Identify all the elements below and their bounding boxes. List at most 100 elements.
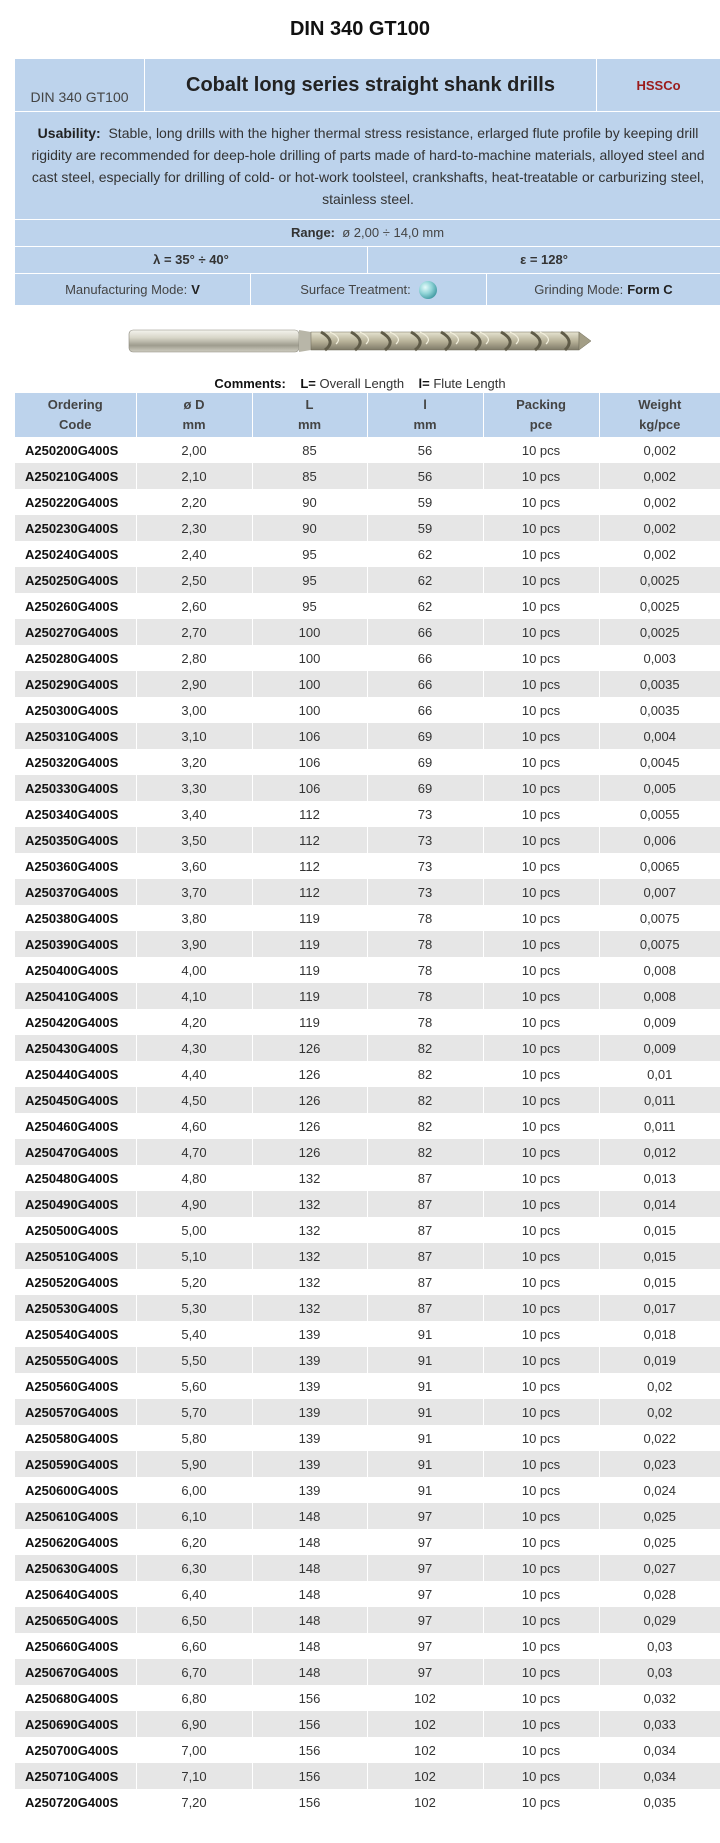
flute-length-cell: 78 xyxy=(366,905,483,931)
table-row: A250690G400S 6,90 156 102 10 pcs 0,033 xyxy=(15,1711,720,1737)
ordering-code-cell: A250490G400S xyxy=(15,1191,136,1217)
ordering-code-cell: A250230G400S xyxy=(15,515,136,541)
weight-cell: 0,0035 xyxy=(598,697,720,723)
packing-cell: 10 pcs xyxy=(482,1373,599,1399)
table-row: A250220G400S 2,20 90 59 10 pcs 0,002 xyxy=(15,489,720,515)
flute-length-cell: 62 xyxy=(366,541,483,567)
drill-table: Ordering Code ø D mm Lmm l mm Packing pce We… xyxy=(15,393,720,1815)
flute-length-cell: 87 xyxy=(366,1165,483,1191)
packing-cell: 10 pcs xyxy=(482,1763,599,1789)
packing-cell: 10 pcs xyxy=(482,489,599,515)
point-angle: ε = 128° xyxy=(367,247,720,273)
packing-cell: 10 pcs xyxy=(482,1555,599,1581)
comments-label: Comments: xyxy=(214,376,286,391)
packing-cell: 10 pcs xyxy=(482,749,599,775)
table-row: A250320G400S 3,20 106 69 10 pcs 0,0045 xyxy=(15,749,720,775)
weight-cell: 0,015 xyxy=(598,1269,720,1295)
packing-cell: 10 pcs xyxy=(482,1191,599,1217)
weight-cell: 0,009 xyxy=(598,1009,720,1035)
ordering-code-cell: A250410G400S xyxy=(15,983,136,1009)
flute-length-cell: 69 xyxy=(366,723,483,749)
weight-cell: 0,0075 xyxy=(598,905,720,931)
ordering-code-cell: A250680G400S xyxy=(15,1685,136,1711)
weight-cell: 0,025 xyxy=(598,1529,720,1555)
packing-cell: 10 pcs xyxy=(482,827,599,853)
flute-length-cell: 102 xyxy=(366,1685,483,1711)
table-row: A250250G400S 2,50 95 62 10 pcs 0,0025 xyxy=(15,567,720,593)
ordering-code-cell: A250480G400S xyxy=(15,1165,136,1191)
weight-cell: 0,0065 xyxy=(598,853,720,879)
packing-cell: 10 pcs xyxy=(482,1659,599,1685)
ordering-code-cell: A250700G400S xyxy=(15,1737,136,1763)
flute-length-cell: 56 xyxy=(366,437,483,463)
ordering-code-cell: A250390G400S xyxy=(15,931,136,957)
weight-cell: 0,023 xyxy=(598,1451,720,1477)
packing-cell: 10 pcs xyxy=(482,957,599,983)
overall-length-cell: 119 xyxy=(251,957,367,983)
ordering-code-cell: A250500G400S xyxy=(15,1217,136,1243)
flute-length-cell: 87 xyxy=(366,1243,483,1269)
range-value: ø 2,00 ÷ 14,0 mm xyxy=(342,225,445,240)
packing-cell: 10 pcs xyxy=(482,1503,599,1529)
diameter-cell: 6,80 xyxy=(135,1685,252,1711)
drill-image xyxy=(0,305,720,377)
ordering-code-cell: A250600G400S xyxy=(15,1477,136,1503)
overall-length-cell: 95 xyxy=(251,567,367,593)
weight-cell: 0,032 xyxy=(598,1685,720,1711)
diameter-cell: 5,10 xyxy=(135,1243,252,1269)
diameter-cell: 3,70 xyxy=(135,879,252,905)
manufacturing-mode-label: Manufacturing Mode: xyxy=(65,282,188,297)
ordering-code-cell: A250280G400S xyxy=(15,645,136,671)
table-row: A250260G400S 2,60 95 62 10 pcs 0,0025 xyxy=(15,593,720,619)
weight-cell: 0,002 xyxy=(598,541,720,567)
table-row: A250440G400S 4,40 126 82 10 pcs 0,01 xyxy=(15,1061,720,1087)
table-row: A250240G400S 2,40 95 62 10 pcs 0,002 xyxy=(15,541,720,567)
weight-cell: 0,007 xyxy=(598,879,720,905)
ordering-code-cell: A250570G400S xyxy=(15,1399,136,1425)
table-row: A250380G400S 3,80 119 78 10 pcs 0,0075 xyxy=(15,905,720,931)
diameter-cell: 3,40 xyxy=(135,801,252,827)
ordering-code-cell: A250530G400S xyxy=(15,1295,136,1321)
ordering-code-cell: A250510G400S xyxy=(15,1243,136,1269)
header-line-2: mm xyxy=(413,417,437,432)
weight-cell: 0,02 xyxy=(598,1399,720,1425)
grinding-mode-label: Grinding Mode: xyxy=(534,282,624,297)
header-line-2: pce xyxy=(529,417,553,432)
table-row: A250340G400S 3,40 112 73 10 pcs 0,0055 xyxy=(15,801,720,827)
manufacturing-mode-value: V xyxy=(191,282,200,297)
flute-length-cell: 87 xyxy=(366,1217,483,1243)
spec-panel: DIN 340 GT100 Cobalt long series straigh… xyxy=(15,58,720,305)
overall-length-cell: 100 xyxy=(251,645,367,671)
standard-code: DIN 340 GT100 xyxy=(15,59,145,111)
diameter-cell: 2,70 xyxy=(135,619,252,645)
table-row: A250460G400S 4,60 126 82 10 pcs 0,011 xyxy=(15,1113,720,1139)
header-line-2: mm xyxy=(182,417,206,432)
ordering-code-cell: A250240G400S xyxy=(15,541,136,567)
weight-cell: 0,018 xyxy=(598,1321,720,1347)
packing-cell: 10 pcs xyxy=(482,697,599,723)
table-row: A250430G400S 4,30 126 82 10 pcs 0,009 xyxy=(15,1035,720,1061)
weight-cell: 0,002 xyxy=(598,515,720,541)
material-label: HSSCo xyxy=(636,77,681,93)
flute-length-cell: 97 xyxy=(366,1529,483,1555)
diameter-cell: 5,80 xyxy=(135,1425,252,1451)
table-header-row: Ordering Code ø D mm Lmm l mm Packing pce We… xyxy=(15,393,720,437)
overall-length-symbol: L= xyxy=(300,376,316,391)
packing-cell: 10 pcs xyxy=(482,1035,599,1061)
packing-cell: 10 pcs xyxy=(482,619,599,645)
diameter-cell: 3,50 xyxy=(135,827,252,853)
flute-length-cell: 78 xyxy=(366,957,483,983)
packing-cell: 10 pcs xyxy=(482,801,599,827)
packing-cell: 10 pcs xyxy=(482,1061,599,1087)
diameter-cell: 6,40 xyxy=(135,1581,252,1607)
packing-cell: 10 pcs xyxy=(482,1295,599,1321)
overall-length-cell: 95 xyxy=(251,593,367,619)
overall-length-cell: 126 xyxy=(251,1113,367,1139)
ordering-code-cell: A250360G400S xyxy=(15,853,136,879)
overall-length-cell: 139 xyxy=(251,1321,367,1347)
ordering-code-cell: A250620G400S xyxy=(15,1529,136,1555)
header-line-1: Weight xyxy=(638,397,682,412)
diameter-cell: 5,40 xyxy=(135,1321,252,1347)
ordering-code-cell: A250340G400S xyxy=(15,801,136,827)
overall-length-cell: 112 xyxy=(251,853,367,879)
